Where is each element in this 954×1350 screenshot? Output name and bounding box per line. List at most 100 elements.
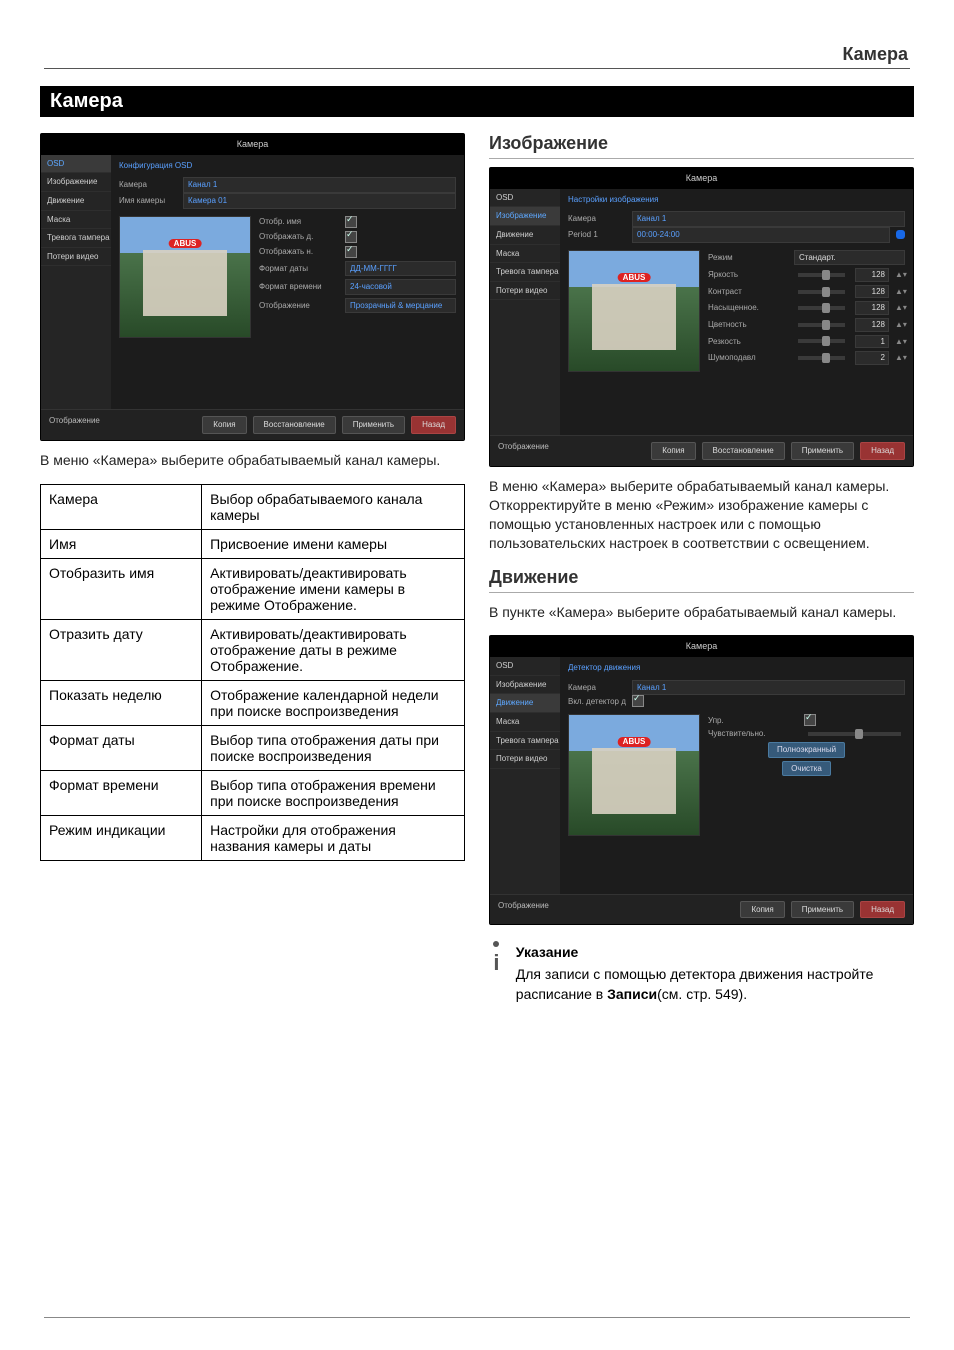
slider-label: Яркость: [708, 270, 788, 280]
screenshot-osd: Камера OSDИзображениеДвижениеМаскаТревог…: [40, 133, 465, 441]
param-value[interactable]: 24-часовой: [345, 279, 456, 295]
sidebar-item[interactable]: Движение: [490, 694, 560, 713]
slider-value[interactable]: 128: [855, 268, 889, 282]
sidebar-item[interactable]: Тревога тампера: [41, 229, 111, 248]
slider[interactable]: [798, 323, 845, 327]
back-button[interactable]: Назад: [411, 416, 456, 434]
copy-button[interactable]: Копия: [651, 442, 695, 460]
checkbox[interactable]: [804, 714, 816, 726]
slider-label: Шумоподавл: [708, 353, 788, 363]
back-button[interactable]: Назад: [860, 442, 905, 460]
shot-crumbs: Конфигурация OSD: [119, 161, 456, 175]
option-name: Формат времени: [41, 770, 202, 815]
sidebar-item[interactable]: OSD: [41, 155, 111, 174]
param-label: Отобр. имя: [259, 217, 339, 227]
field-label: Вкл. детектор движения: [568, 697, 626, 707]
sidebar-item[interactable]: Изображение: [490, 207, 560, 226]
field-value[interactable]: Канал 1: [632, 680, 905, 696]
field-value[interactable]: Канал 1: [183, 177, 456, 193]
apply-button[interactable]: Применить: [342, 416, 405, 434]
slider[interactable]: [798, 339, 845, 343]
shot-title: Камера: [41, 134, 464, 155]
sidebar-item[interactable]: Тревога тампера: [490, 732, 560, 751]
footer-left: Отображение: [49, 416, 100, 434]
back-button[interactable]: Назад: [860, 901, 905, 919]
sidebar-item[interactable]: Потери видео: [490, 282, 560, 301]
spinner[interactable]: ▲▾: [895, 270, 905, 280]
param-value[interactable]: Прозрачный & мерцание: [345, 298, 456, 314]
checkbox[interactable]: [632, 695, 644, 707]
sidebar-item[interactable]: OSD: [490, 657, 560, 676]
param-label: Отображать н.: [259, 247, 339, 257]
param-label: Формат времени: [259, 282, 339, 292]
slider[interactable]: [808, 732, 901, 736]
slider[interactable]: [798, 290, 845, 294]
checkbox[interactable]: [345, 246, 357, 258]
motion-button[interactable]: Полноэкранный: [768, 742, 845, 758]
spinner[interactable]: ▲▾: [895, 287, 905, 297]
sidebar-item[interactable]: Движение: [41, 192, 111, 211]
sidebar-item[interactable]: Маска: [490, 245, 560, 264]
slider[interactable]: [798, 273, 845, 277]
apply-button[interactable]: Применить: [791, 442, 854, 460]
slider[interactable]: [798, 306, 845, 310]
spinner[interactable]: ▲▾: [895, 303, 905, 313]
apply-button[interactable]: Применить: [791, 901, 854, 919]
option-name: Показать неделю: [41, 680, 202, 725]
spinner[interactable]: ▲▾: [895, 353, 905, 363]
sidebar-item[interactable]: OSD: [490, 189, 560, 208]
slider-label: Резкость: [708, 337, 788, 347]
field-value[interactable]: Канал 1: [632, 211, 905, 227]
color-dot[interactable]: [896, 230, 905, 239]
field-value[interactable]: 00:00-24:00: [632, 227, 890, 243]
slider-label: Контраст: [708, 287, 788, 297]
option-desc: Выбор типа отображения даты при поиске в…: [202, 725, 465, 770]
slider-value[interactable]: 2: [855, 351, 889, 365]
motion-button[interactable]: Очистка: [782, 761, 831, 777]
header-rule: [44, 68, 910, 69]
spinner[interactable]: ▲▾: [895, 320, 905, 330]
footer-rule: [44, 1317, 910, 1318]
option-desc: Активировать/деактивировать отображение …: [202, 558, 465, 619]
copy-button[interactable]: Копия: [740, 901, 784, 919]
sidebar-item[interactable]: Потери видео: [490, 750, 560, 769]
camera-preview: ABUS: [568, 714, 700, 836]
slider-value[interactable]: 128: [855, 318, 889, 332]
param-value[interactable]: ДД-ММ-ГГГГ: [345, 261, 456, 277]
field-value[interactable]: Камера 01: [183, 193, 456, 209]
option-desc: Отображение календарной недели при поиск…: [202, 680, 465, 725]
spinner[interactable]: ▲▾: [895, 337, 905, 347]
subhead-image: Изображение: [489, 133, 914, 159]
slider-label: Насыщенное.: [708, 303, 788, 313]
sidebar-item[interactable]: Движение: [490, 226, 560, 245]
restore-button[interactable]: Восстановление: [253, 416, 336, 434]
copy-button[interactable]: Копия: [202, 416, 246, 434]
shot-title: Камера: [490, 168, 913, 189]
mode-value[interactable]: Стандарт.: [794, 250, 905, 266]
sidebar-item[interactable]: Тревога тампера: [490, 263, 560, 282]
mode-label: Режим: [708, 253, 788, 263]
sidebar-item[interactable]: Маска: [41, 211, 111, 230]
sidebar-item[interactable]: Потери видео: [41, 248, 111, 267]
sidebar-item[interactable]: Изображение: [41, 173, 111, 192]
field-label: Period 1: [568, 230, 626, 240]
section-title: Камера: [40, 86, 914, 117]
slider[interactable]: [798, 356, 845, 360]
checkbox[interactable]: [345, 216, 357, 228]
slider-value[interactable]: 128: [855, 285, 889, 299]
slider-value[interactable]: 1: [855, 335, 889, 349]
field-label: Камера: [568, 683, 626, 693]
restore-button[interactable]: Восстановление: [702, 442, 785, 460]
sidebar-item[interactable]: Маска: [490, 713, 560, 732]
param-label: Формат даты: [259, 264, 339, 274]
param-label: Отображать д.: [259, 232, 339, 242]
sidebar-item[interactable]: Изображение: [490, 676, 560, 695]
screenshot-motion: Камера OSDИзображениеДвижениеМаскаТревог…: [489, 635, 914, 925]
checkbox[interactable]: [345, 231, 357, 243]
image-description: В меню «Камера» выберите обрабатываемый …: [489, 477, 914, 553]
option-name: Формат даты: [41, 725, 202, 770]
slider-value[interactable]: 128: [855, 301, 889, 315]
screenshot-image: Камера OSDИзображениеДвижениеМаскаТревог…: [489, 167, 914, 467]
option-name: Отразить дату: [41, 619, 202, 680]
shot-crumbs: Настройки изображения: [568, 195, 905, 209]
